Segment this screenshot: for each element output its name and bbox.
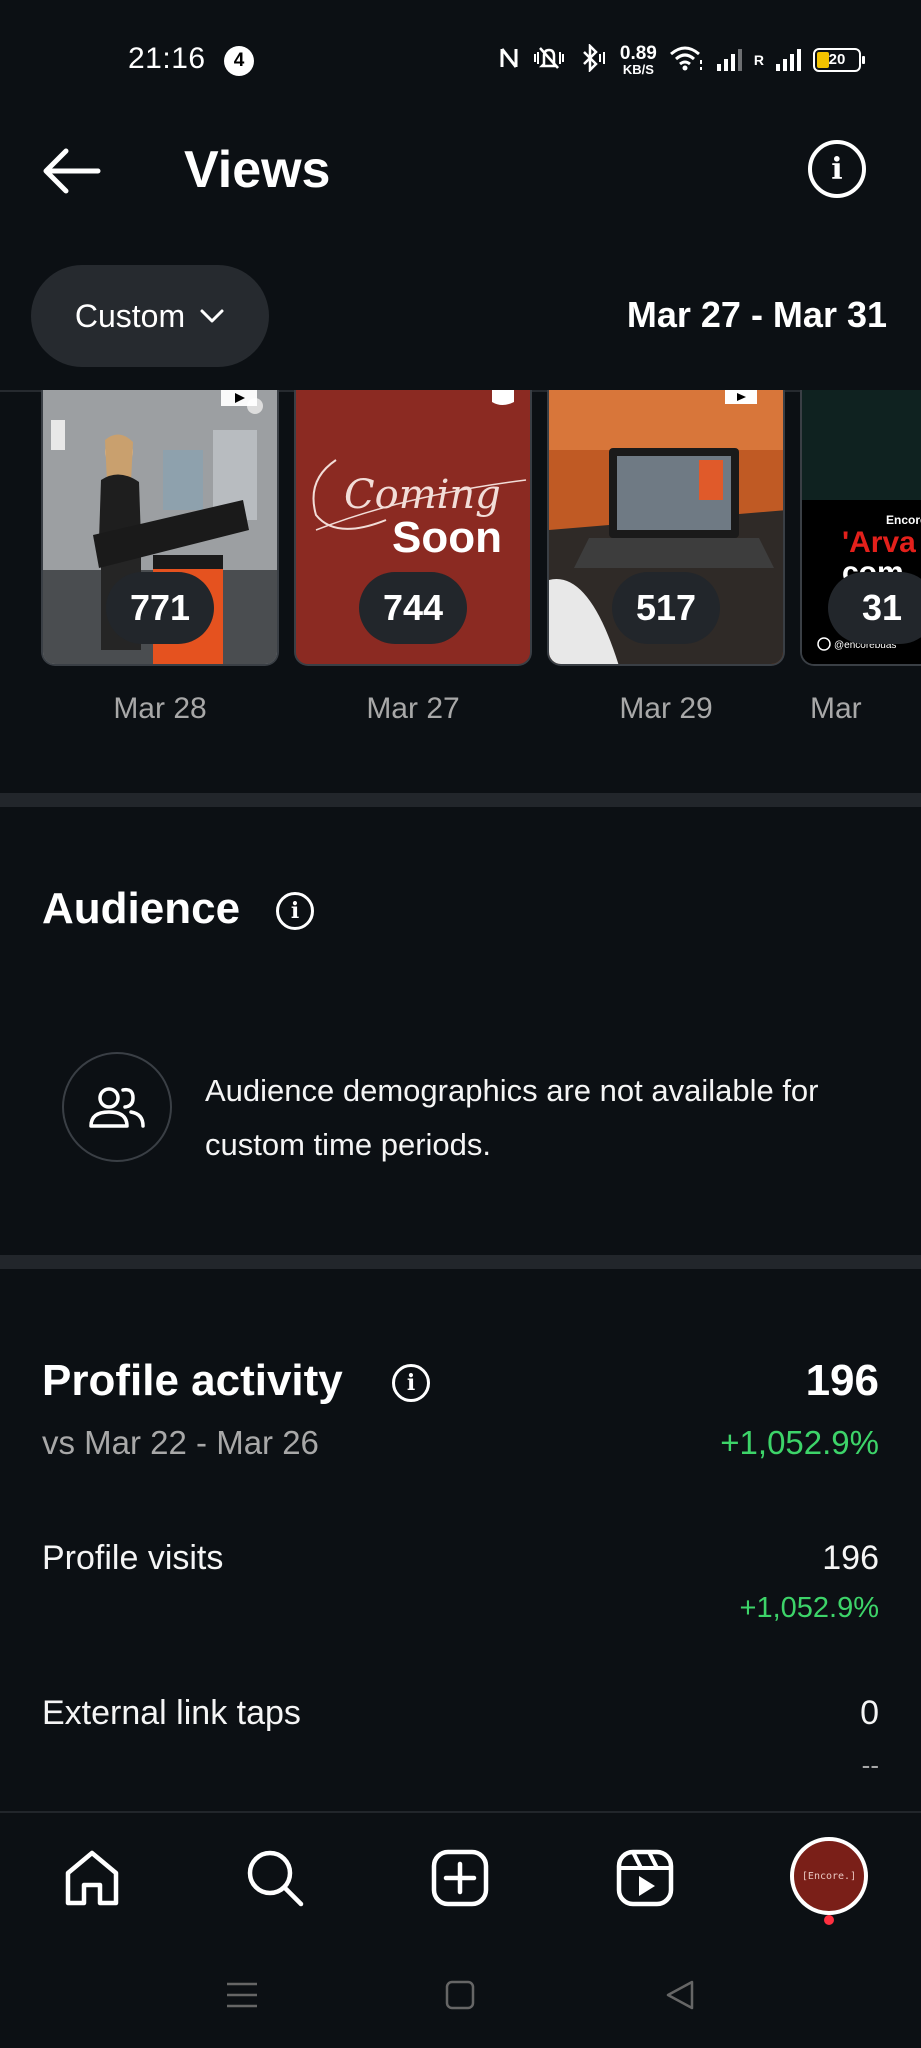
info-icon: i [831,151,843,187]
profile-activity-info-icon[interactable]: i [392,1364,430,1402]
status-icons: 0.89 KB/S R 20 [498,40,865,80]
view-count-badge: 517 [612,572,720,644]
search-icon [247,1850,304,1907]
external-link-taps-change: -- [861,1750,879,1780]
signal-strength-icon [716,49,742,71]
content-thumbnail[interactable]: 771 [41,390,279,666]
audience-info-icon[interactable]: i [276,892,314,930]
nfc-icon [498,45,520,76]
profile-visits-change: +1,052.9% [739,1592,879,1624]
thumbnail-date: Mar [810,692,862,725]
battery-icon: 20 [813,48,865,72]
external-link-taps-value: 0 [860,1694,879,1732]
thumbnail-date: Mar 28 [113,692,207,725]
page-title: Views [184,141,331,199]
profile-activity-title: Profile activity [42,1356,343,1405]
home-tab[interactable] [57,1843,127,1913]
section-divider [0,1255,921,1269]
profile-visits-value: 196 [822,1539,879,1577]
content-thumbnail[interactable]: Encore 'Arva com @encorebuas 31 [800,390,921,666]
search-tab[interactable] [240,1843,310,1913]
view-count-badge: 771 [106,572,214,644]
profile-tab-avatar[interactable]: [Encore.] [790,1837,868,1915]
back-button[interactable] [40,146,104,196]
arrow-left-icon [43,148,101,194]
network-speed-value: 0.89 [619,43,657,64]
header: Views [0,120,921,220]
overlay-script-text: Coming [344,472,501,518]
menu-button[interactable] [220,1975,264,2015]
plus-square-icon [431,1849,489,1907]
date-range: Mar 27 - Mar 31 [626,294,887,335]
thumbnail-date: Mar 29 [619,692,713,725]
overlay-title-line1: 'Arva [842,526,916,559]
profile-activity-change: +1,052.9% [720,1424,879,1461]
wifi-icon [669,44,705,77]
home-icon [65,1850,119,1906]
back-system-button[interactable] [658,1975,702,2015]
reels-tab[interactable] [610,1843,680,1913]
profile-activity-total: 196 [805,1356,879,1405]
view-count-badge: 744 [359,572,467,644]
vibrate-silent-icon [532,44,566,77]
view-count-badge: 31 [828,572,921,644]
square-icon [445,1980,475,2010]
comparison-period: vs Mar 22 - Mar 26 [42,1424,319,1461]
audience-message: Audience demographics are not available … [205,1073,819,1162]
content-thumbnail[interactable]: Coming Soon 744 [294,390,532,666]
profile-visits-label: Profile visits [42,1539,224,1577]
status-time: 21:16 [128,42,206,75]
period-label: Custom [74,297,186,334]
overlay-tag-text: Encore [886,513,921,527]
create-tab[interactable] [425,1843,495,1913]
section-divider [0,793,921,807]
notification-dot [824,1915,834,1925]
bottom-navigation: [Encore.] [0,1811,921,1943]
bluetooth-icon [578,42,608,77]
content-thumbnail[interactable]: 517 [547,390,785,666]
network-speed-unit: KB/S [622,62,654,77]
triangle-back-icon [666,1980,694,2010]
status-bar: 21:16 4 0.89 KB/S R 20 [0,0,921,120]
audience-people-icon [62,1052,172,1162]
system-navigation-bar [0,1943,921,2048]
content-thumbnail-strip[interactable]: 771 Mar 28 Coming Soon 744 Mar 27 517 Ma… [0,390,921,730]
battery-level: 20 [828,51,846,68]
notification-count-badge: 4 [224,46,254,76]
overlay-bold-text: Soon [392,513,502,562]
menu-icon [227,1982,257,2008]
network-speed: 0.89 KB/S [620,44,657,76]
home-button[interactable] [438,1975,482,2015]
thumbnail-date: Mar 27 [366,692,460,725]
reels-icon [616,1849,674,1907]
signal-strength-2-icon [776,49,801,71]
period-dropdown[interactable]: Custom [31,265,269,367]
roaming-indicator: R [753,52,764,68]
chevron-down-icon [200,309,224,323]
info-button[interactable]: i [808,140,866,198]
audience-title: Audience [42,884,241,933]
external-link-taps-label: External link taps [42,1694,301,1732]
